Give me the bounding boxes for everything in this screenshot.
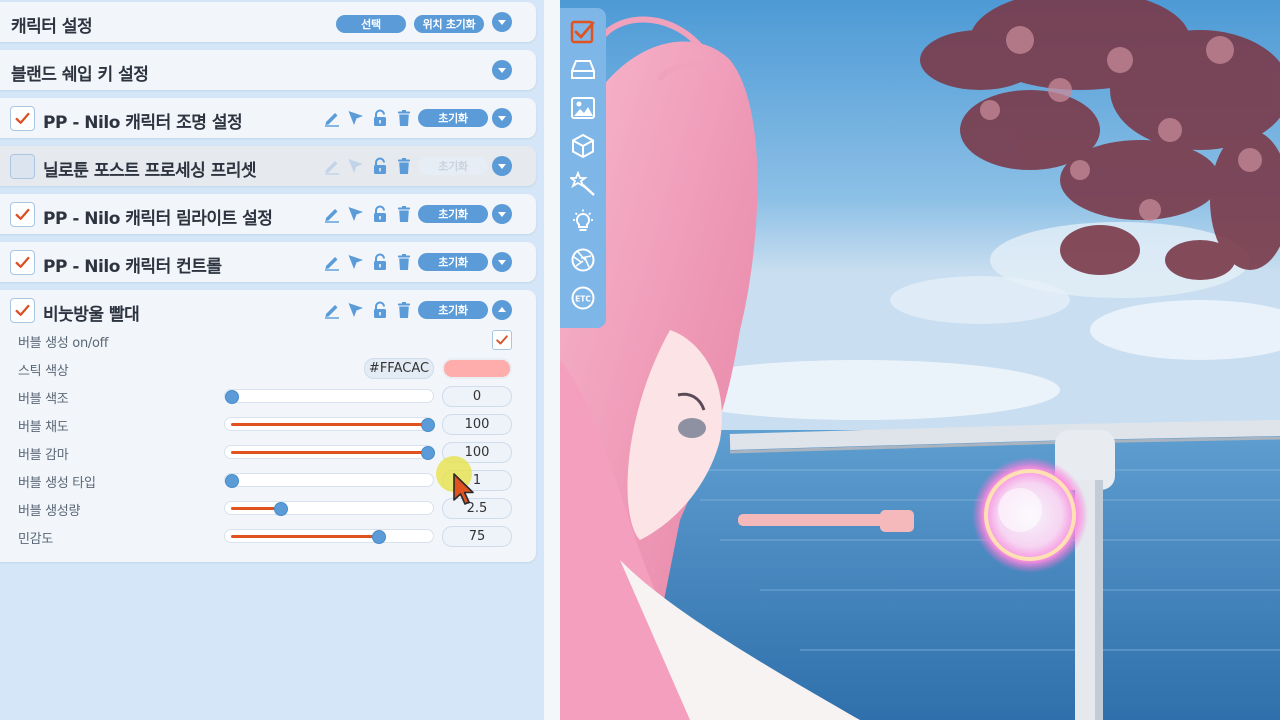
pointer-icon[interactable] xyxy=(346,300,366,320)
pointer-icon[interactable] xyxy=(346,156,366,176)
slider-thumb[interactable] xyxy=(225,474,239,488)
slider-fill xyxy=(231,507,280,510)
chevron-up-icon[interactable] xyxy=(492,300,512,320)
select-button[interactable]: 선택 xyxy=(336,15,406,33)
slider-label: 버블 생성 타입 xyxy=(18,476,96,491)
lock-icon[interactable] xyxy=(370,300,390,320)
aperture-icon[interactable] xyxy=(569,246,597,274)
stick-color-label: 스틱 색상 xyxy=(18,364,69,379)
chevron-down-icon[interactable] xyxy=(492,60,512,80)
slider-label: 버블 감마 xyxy=(18,448,69,463)
slider-track[interactable] xyxy=(224,473,434,488)
enable-checkbox[interactable] xyxy=(10,250,35,275)
trash-icon[interactable] xyxy=(394,156,414,176)
section-title: PP - Nilo 캐릭터 컨트롤 xyxy=(43,257,222,277)
stick-color-swatch[interactable] xyxy=(442,358,512,379)
slider-track[interactable] xyxy=(224,445,435,460)
slider-track[interactable] xyxy=(224,529,434,544)
trash-icon[interactable] xyxy=(394,252,414,272)
section-title: 캐릭터 설정 xyxy=(11,17,93,37)
scene-illustration xyxy=(560,0,1280,720)
viewport-scene xyxy=(560,0,1280,720)
slider-track[interactable] xyxy=(224,389,434,404)
pointer-icon[interactable] xyxy=(346,108,366,128)
slider-thumb[interactable] xyxy=(421,446,435,460)
enable-checkbox[interactable] xyxy=(10,106,35,131)
trash-icon[interactable] xyxy=(394,204,414,224)
section-nilo-lighting[interactable]: PP - Nilo 캐릭터 조명 설정 초기화 xyxy=(0,98,536,138)
section-title: 비눗방울 빨대 xyxy=(43,305,140,325)
chevron-down-icon[interactable] xyxy=(492,156,512,176)
slider-value-field[interactable]: 75 xyxy=(442,526,512,547)
slider-track[interactable] xyxy=(224,501,434,516)
slider-thumb[interactable] xyxy=(225,390,239,404)
reset-button[interactable]: 초기화 xyxy=(418,205,488,223)
settings-panel: 캐릭터 설정 선택 위치 초기화 블랜드 쉐입 키 설정 PP - Nilo 캐… xyxy=(0,0,544,720)
slider-label: 민감도 xyxy=(18,532,53,547)
section-nilotoon-postprocess-preset[interactable]: 닐로툰 포스트 프로세싱 프리셋 초기화 xyxy=(0,146,536,186)
slider-thumb[interactable] xyxy=(421,418,435,432)
slider-thumb[interactable] xyxy=(274,502,288,516)
image-icon[interactable] xyxy=(569,94,597,122)
slider-track[interactable] xyxy=(224,417,435,432)
slider-label: 버블 색조 xyxy=(18,392,69,407)
lock-icon[interactable] xyxy=(370,204,390,224)
etc-label: ETC xyxy=(575,295,591,304)
section-title: 블랜드 쉐입 키 설정 xyxy=(11,65,149,85)
section-blendshape-settings[interactable]: 블랜드 쉐입 키 설정 xyxy=(0,50,536,90)
stick-color-hex-field[interactable]: #FFACAC xyxy=(364,358,434,379)
trash-icon[interactable] xyxy=(394,108,414,128)
cursor-arrow-icon xyxy=(453,473,474,505)
bubble-toggle-checkbox[interactable] xyxy=(492,330,512,350)
enable-checkbox[interactable] xyxy=(10,202,35,227)
reset-button[interactable]: 초기화 xyxy=(418,301,488,319)
slider-fill xyxy=(231,451,427,454)
section-bubble-straw: 비눗방울 빨대 초기화 버블 생성 on/off 스틱 색상 #FFACAC 버… xyxy=(0,290,536,562)
tool-sidebar: ETC xyxy=(560,8,606,328)
reset-position-button[interactable]: 위치 초기화 xyxy=(414,15,484,33)
edit-icon[interactable] xyxy=(322,204,342,224)
slider-fill xyxy=(231,535,378,538)
edit-icon[interactable] xyxy=(322,108,342,128)
enable-checkbox[interactable] xyxy=(10,154,35,179)
trash-icon[interactable] xyxy=(394,300,414,320)
slider-label: 버블 생성량 xyxy=(18,504,81,519)
panel-divider xyxy=(544,0,560,720)
drive-icon[interactable] xyxy=(569,56,597,84)
enable-checkbox[interactable] xyxy=(10,298,35,323)
lock-icon[interactable] xyxy=(370,252,390,272)
reset-button[interactable]: 초기화 xyxy=(418,253,488,271)
edit-icon[interactable] xyxy=(322,156,342,176)
section-nilo-rimlight[interactable]: PP - Nilo 캐릭터 림라이트 설정 초기화 xyxy=(0,194,536,234)
chevron-down-icon[interactable] xyxy=(492,252,512,272)
etc-icon[interactable]: ETC xyxy=(569,284,597,312)
reset-button[interactable]: 초기화 xyxy=(418,157,488,175)
slider-value-field[interactable]: 100 xyxy=(442,414,512,435)
lock-icon[interactable] xyxy=(370,108,390,128)
slider-fill xyxy=(231,423,427,426)
checklist-icon[interactable] xyxy=(569,18,597,46)
slider-label: 버블 채도 xyxy=(18,420,69,435)
chevron-down-icon[interactable] xyxy=(492,108,512,128)
reset-button[interactable]: 초기화 xyxy=(418,109,488,127)
section-title: PP - Nilo 캐릭터 조명 설정 xyxy=(43,113,243,133)
cube-icon[interactable] xyxy=(569,132,597,160)
lock-icon[interactable] xyxy=(370,156,390,176)
pointer-icon[interactable] xyxy=(346,204,366,224)
section-character-settings[interactable]: 캐릭터 설정 선택 위치 초기화 xyxy=(0,2,536,42)
bubble-toggle-label: 버블 생성 on/off xyxy=(18,336,109,351)
edit-icon[interactable] xyxy=(322,300,342,320)
section-title: PP - Nilo 캐릭터 림라이트 설정 xyxy=(43,209,273,229)
slider-value-field[interactable]: 0 xyxy=(442,386,512,407)
section-title: 닐로툰 포스트 프로세싱 프리셋 xyxy=(43,161,257,181)
section-nilo-character-control[interactable]: PP - Nilo 캐릭터 컨트롤 초기화 xyxy=(0,242,536,282)
chevron-down-icon[interactable] xyxy=(492,204,512,224)
slider-thumb[interactable] xyxy=(372,530,386,544)
pointer-icon[interactable] xyxy=(346,252,366,272)
lightbulb-icon[interactable] xyxy=(569,208,597,236)
magic-wand-icon[interactable] xyxy=(569,170,597,198)
edit-icon[interactable] xyxy=(322,252,342,272)
chevron-down-icon[interactable] xyxy=(492,12,512,32)
